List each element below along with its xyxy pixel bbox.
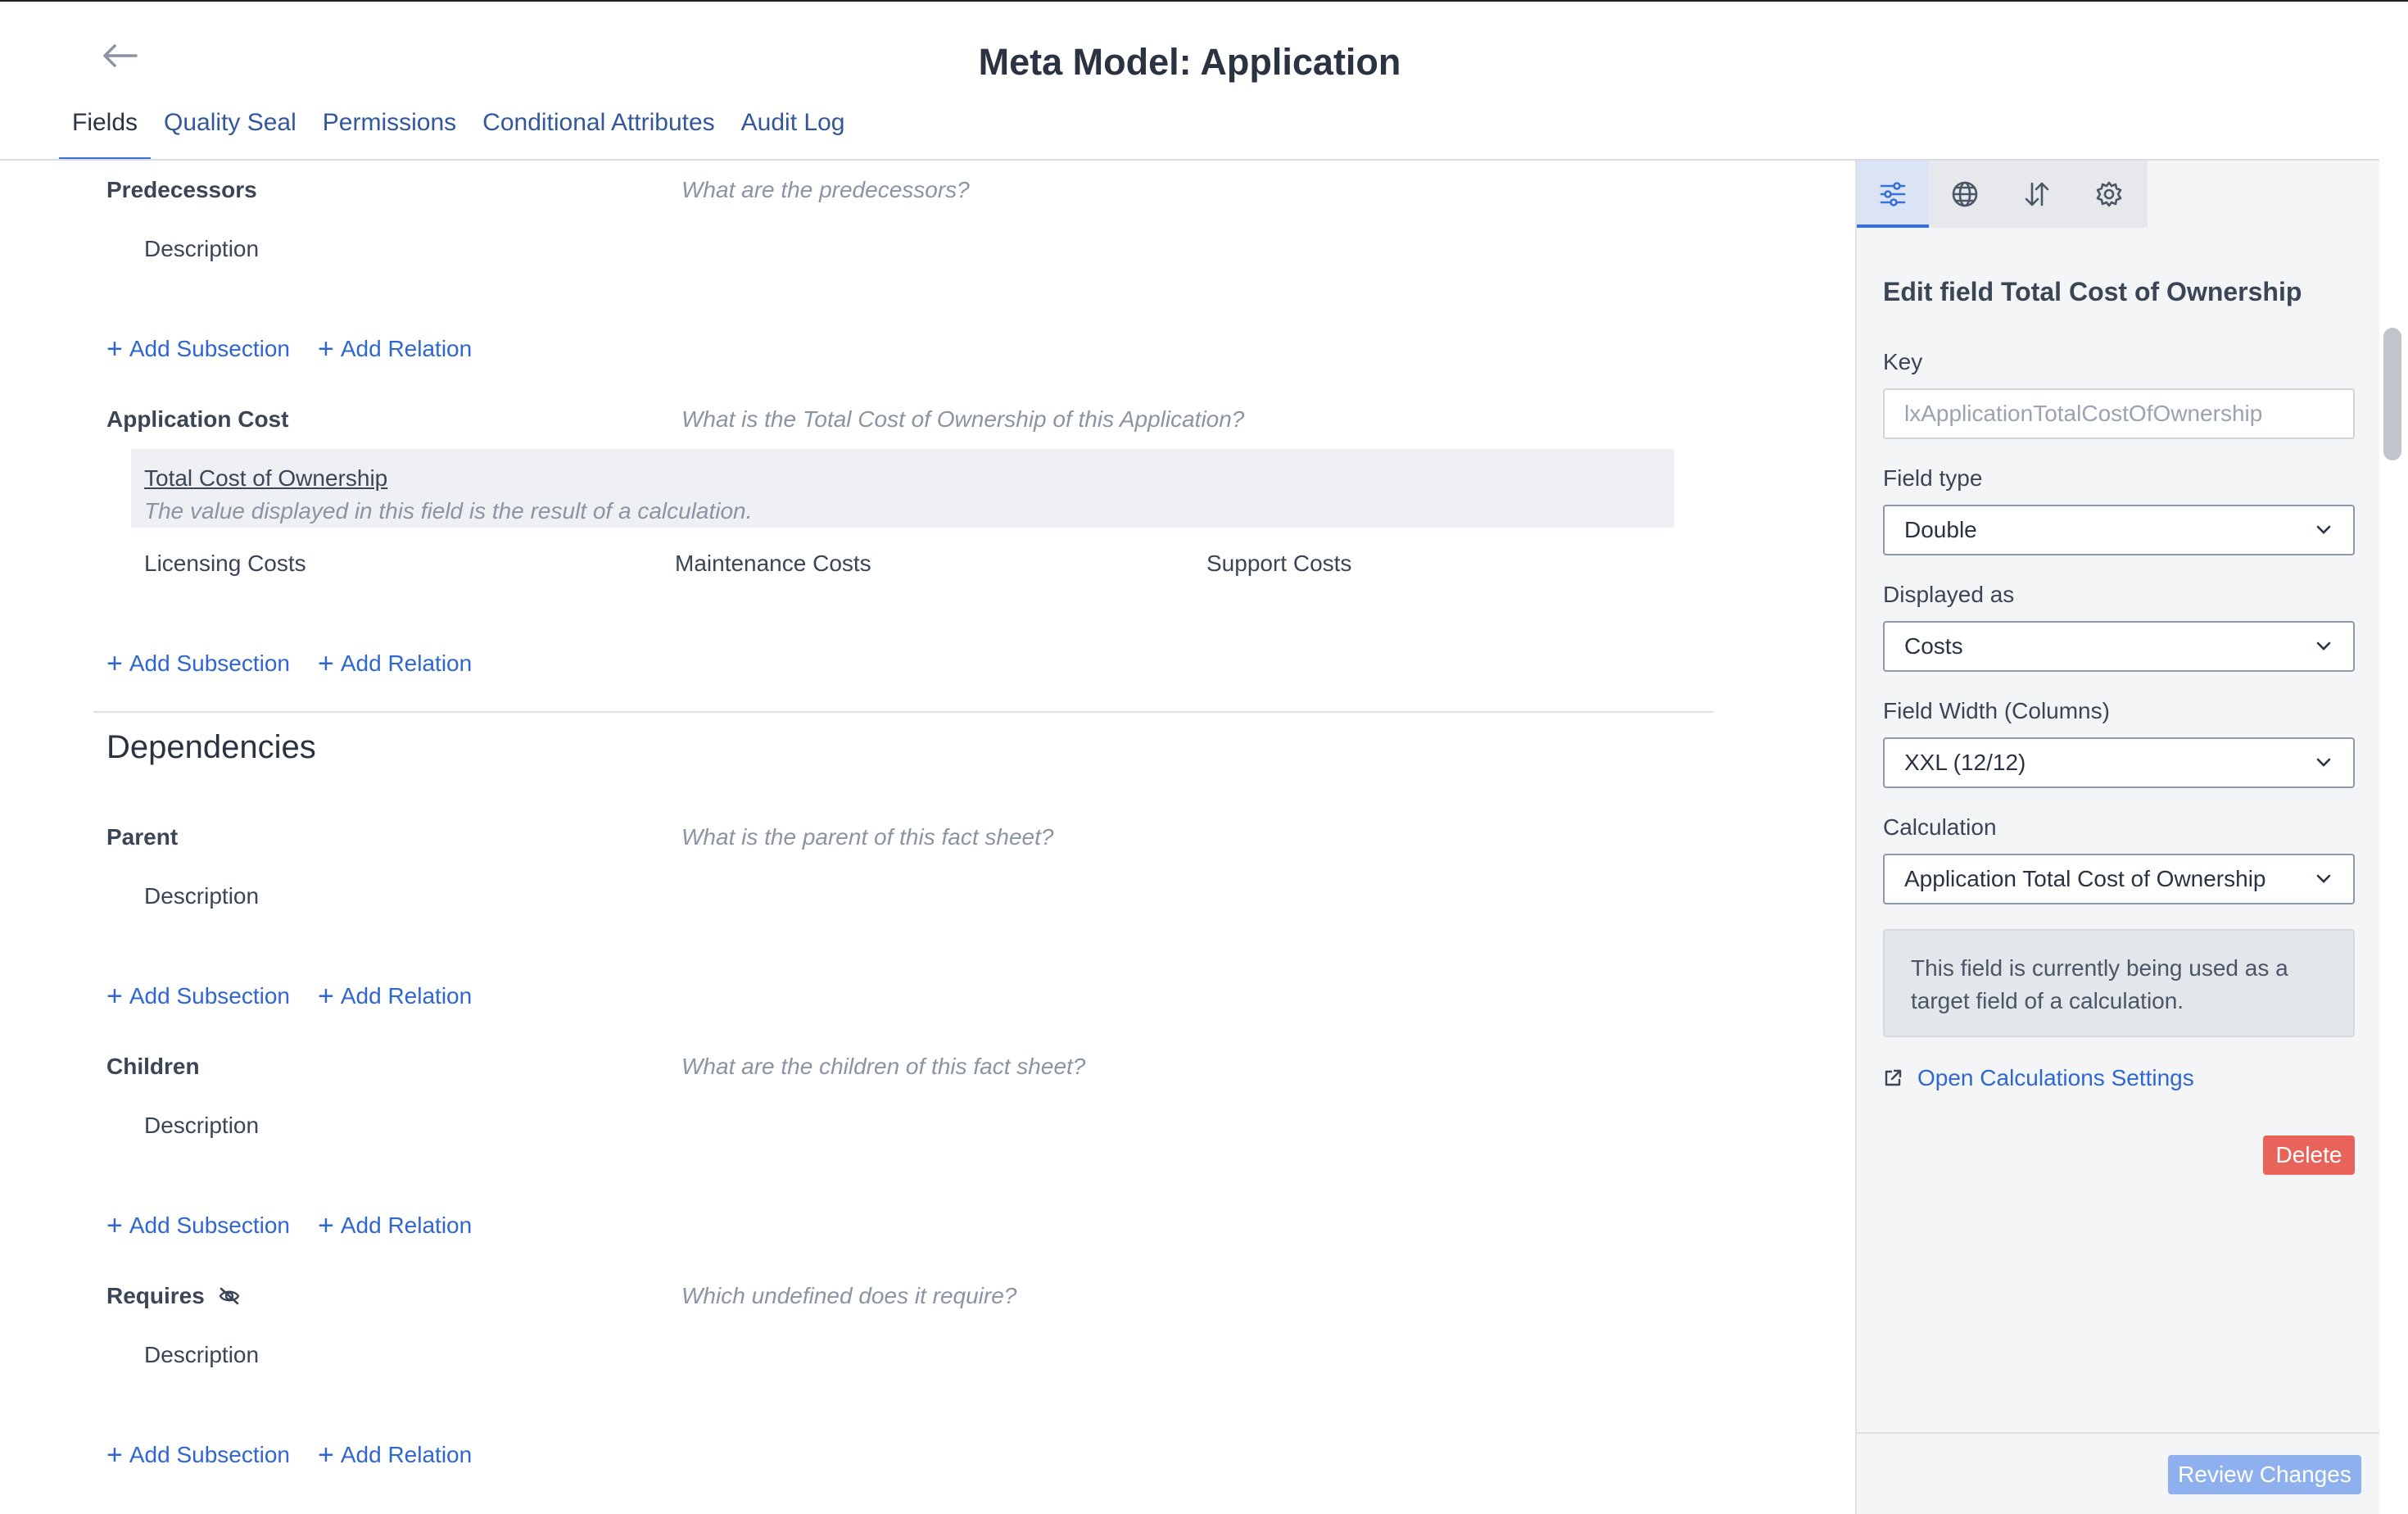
- section-label-predecessors[interactable]: Predecessors: [106, 177, 257, 203]
- panel-tab-ordering[interactable]: [2001, 161, 2073, 228]
- add-relation-button[interactable]: + Add Relation: [318, 1439, 472, 1471]
- section-label-application-cost[interactable]: Application Cost: [106, 406, 288, 433]
- field-description[interactable]: Description: [144, 1342, 259, 1368]
- field-type-select[interactable]: Double: [1883, 505, 2355, 555]
- add-subsection-button[interactable]: + Add Subsection: [106, 333, 290, 365]
- plus-icon: +: [106, 1439, 123, 1471]
- section-label-parent[interactable]: Parent: [106, 824, 178, 850]
- field-description[interactable]: Description: [144, 236, 259, 262]
- panel-title: Edit field Total Cost of Ownership: [1883, 277, 2302, 306]
- page-title: Meta Model: Application: [978, 41, 1401, 83]
- field-total-cost-of-ownership[interactable]: Total Cost of Ownership: [144, 465, 387, 492]
- plus-icon: +: [106, 648, 123, 679]
- field-type-label: Field type: [1883, 465, 1983, 491]
- displayed-as-select[interactable]: Costs: [1883, 621, 2355, 672]
- calculation-select[interactable]: Application Total Cost of Ownership: [1883, 854, 2355, 904]
- tab-permissions[interactable]: Permissions: [310, 105, 469, 161]
- gear-icon: [2096, 181, 2122, 207]
- external-link-icon: [1885, 1069, 1902, 1086]
- tab-bar: Fields Quality Seal Permissions Conditio…: [59, 105, 858, 161]
- add-subsection-button[interactable]: + Add Subsection: [106, 1439, 290, 1471]
- add-relation-button[interactable]: + Add Relation: [318, 981, 472, 1012]
- displayed-as-label: Displayed as: [1883, 582, 2015, 607]
- plus-icon: +: [106, 333, 123, 365]
- plus-icon: +: [318, 333, 334, 365]
- section-label-requires[interactable]: Requires: [106, 1283, 241, 1309]
- section-title-dependencies[interactable]: Dependencies: [106, 729, 316, 766]
- chevron-down-icon: [2314, 869, 2333, 889]
- tab-conditional-attributes[interactable]: Conditional Attributes: [469, 105, 728, 161]
- tab-quality-seal[interactable]: Quality Seal: [151, 105, 310, 161]
- plus-icon: +: [106, 981, 123, 1012]
- add-subsection-button[interactable]: + Add Subsection: [106, 648, 290, 679]
- panel-tab-settings[interactable]: [2073, 161, 2145, 228]
- open-calculations-settings-link[interactable]: Open Calculations Settings: [1883, 1065, 2194, 1091]
- section-label-children[interactable]: Children: [106, 1054, 200, 1080]
- add-subsection-button[interactable]: + Add Subsection: [106, 981, 290, 1012]
- scrollbar-thumb[interactable]: [2383, 328, 2401, 460]
- panel-tab-field-settings[interactable]: [1857, 161, 1929, 228]
- sort-icon: [2025, 182, 2049, 206]
- plus-icon: +: [318, 648, 334, 679]
- field-edit-panel: Edit field Total Cost of Ownership Key F…: [1855, 161, 2381, 1514]
- eye-slash-icon: [219, 1287, 240, 1305]
- calculation-info-box: This field is currently being used as a …: [1883, 929, 2355, 1037]
- add-subsection-button[interactable]: + Add Subsection: [106, 1210, 290, 1241]
- section-question-requires: Which undefined does it require?: [681, 1283, 1017, 1308]
- calculation-hint: The value displayed in this field is the…: [144, 498, 753, 524]
- tab-fields[interactable]: Fields: [59, 105, 152, 161]
- add-relation-button[interactable]: + Add Relation: [318, 1210, 472, 1241]
- panel-tab-translations[interactable]: [1929, 161, 2001, 228]
- field-description[interactable]: Description: [144, 883, 259, 909]
- panel-footer-divider: [1857, 1432, 2381, 1434]
- globe-icon: [1952, 181, 1978, 207]
- field-width-select[interactable]: XXL (12/12): [1883, 737, 2355, 788]
- top-border: [0, 0, 2408, 2]
- key-input[interactable]: [1883, 388, 2355, 439]
- add-relation-button[interactable]: + Add Relation: [318, 648, 472, 679]
- plus-icon: +: [318, 1210, 334, 1241]
- tab-audit-log[interactable]: Audit Log: [728, 105, 858, 161]
- chevron-down-icon: [2314, 520, 2333, 540]
- field-maintenance-costs[interactable]: Maintenance Costs: [675, 551, 871, 577]
- section-question-children: What are the children of this fact sheet…: [681, 1054, 1086, 1079]
- add-relation-button[interactable]: + Add Relation: [318, 333, 472, 365]
- plus-icon: +: [318, 1439, 334, 1471]
- section-divider: [93, 711, 1713, 713]
- section-question-application-cost: What is the Total Cost of Ownership of t…: [681, 406, 1245, 432]
- chevron-down-icon: [2314, 753, 2333, 773]
- panel-tab-bar: [1857, 161, 2148, 228]
- field-support-costs[interactable]: Support Costs: [1206, 551, 1351, 577]
- key-label: Key: [1883, 349, 1923, 374]
- review-changes-button[interactable]: Review Changes: [2168, 1455, 2361, 1494]
- fields-editor: Predecessors What are the predecessors? …: [0, 161, 1855, 1514]
- field-description[interactable]: Description: [144, 1113, 259, 1139]
- section-question-predecessors: What are the predecessors?: [681, 177, 970, 202]
- field-width-label: Field Width (Columns): [1883, 698, 2110, 723]
- sliders-icon: [1880, 182, 1906, 206]
- plus-icon: +: [318, 981, 334, 1012]
- chevron-down-icon: [2314, 637, 2333, 656]
- calculation-label: Calculation: [1883, 814, 1997, 840]
- field-licensing-costs[interactable]: Licensing Costs: [144, 551, 306, 577]
- plus-icon: +: [106, 1210, 123, 1241]
- delete-button[interactable]: Delete: [2263, 1136, 2355, 1175]
- section-question-parent: What is the parent of this fact sheet?: [681, 824, 1054, 850]
